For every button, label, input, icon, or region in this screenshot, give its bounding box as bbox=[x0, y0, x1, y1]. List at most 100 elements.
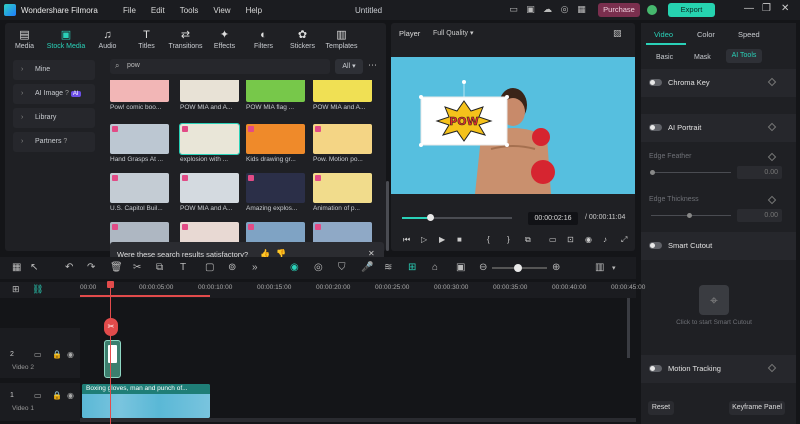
lock-icon[interactable]: 🔒 bbox=[52, 391, 62, 400]
stock-item[interactable]: U.S. Capitol Buil... bbox=[110, 173, 169, 212]
section-motion-tracking[interactable]: Motion Tracking bbox=[641, 355, 796, 383]
subtab-mask[interactable]: Mask bbox=[694, 54, 711, 61]
keyframe-diamond-icon[interactable] bbox=[767, 152, 777, 162]
timeline-playhead[interactable] bbox=[110, 282, 111, 424]
tab-effects[interactable]: ✦ Effects bbox=[205, 23, 244, 55]
stop-icon[interactable]: ■ bbox=[457, 235, 462, 244]
split-icon[interactable]: ✂ bbox=[133, 262, 141, 273]
stock-item[interactable]: Pow! comic boo... bbox=[110, 80, 169, 111]
section-ai-portrait[interactable]: AI Portrait bbox=[641, 114, 796, 142]
fullscreen-icon[interactable]: ⤢ bbox=[621, 235, 627, 245]
video-preview[interactable]: POW bbox=[391, 57, 635, 194]
stock-item[interactable]: POW MIA flag ... bbox=[246, 80, 305, 111]
keyframe-panel-button[interactable]: Keyframe Panel bbox=[729, 401, 785, 415]
eye-icon[interactable]: ◉ bbox=[67, 391, 74, 400]
keyframe-diamond-icon[interactable] bbox=[767, 363, 777, 373]
crop-icon[interactable]: ⧉ bbox=[525, 235, 531, 245]
chroma-key-toggle[interactable] bbox=[649, 79, 662, 86]
tab-speed[interactable]: Speed bbox=[738, 30, 760, 39]
cloud-icon[interactable]: ☁ bbox=[542, 4, 553, 15]
mark-out-icon[interactable]: } bbox=[507, 235, 510, 244]
avatar[interactable] bbox=[647, 5, 657, 15]
timeline-vscroll[interactable] bbox=[627, 298, 630, 358]
export-button[interactable]: Export bbox=[668, 3, 715, 17]
edge-feather-value[interactable]: 0.00 bbox=[737, 166, 782, 179]
keyframe-diamond-icon[interactable] bbox=[767, 77, 777, 87]
media-scrollbar[interactable] bbox=[386, 181, 389, 251]
search-box[interactable]: ⌕ pow bbox=[110, 59, 330, 74]
tab-color[interactable]: Color bbox=[697, 30, 715, 39]
stock-item[interactable]: POW MIA and A... bbox=[313, 80, 372, 111]
tab-titles[interactable]: T Titles bbox=[127, 23, 166, 55]
monitor-icon[interactable]: ▭ bbox=[549, 235, 557, 244]
edge-feather-knob[interactable] bbox=[650, 170, 655, 175]
edge-thickness-knob[interactable] bbox=[687, 213, 692, 218]
subtab-ai-tools[interactable]: AI Tools bbox=[726, 49, 762, 63]
menu-edit[interactable]: Edit bbox=[151, 6, 165, 15]
menu-tools[interactable]: Tools bbox=[180, 6, 199, 15]
sidebar-item-ai-image[interactable]: AI Image ? AI bbox=[13, 84, 95, 104]
stock-item[interactable]: Hand Grasps At ... bbox=[110, 124, 169, 163]
link-icon[interactable]: ⛓ bbox=[32, 284, 43, 295]
select-icon[interactable]: ↖ bbox=[30, 262, 38, 273]
stock-item[interactable]: POW MIA and A... bbox=[180, 173, 239, 212]
volume-icon[interactable]: ♪ bbox=[603, 235, 607, 244]
microphone-icon[interactable]: 🎤 bbox=[361, 262, 373, 273]
tab-video[interactable]: Video bbox=[654, 30, 673, 39]
menu-view[interactable]: View bbox=[213, 6, 230, 15]
subtab-basic[interactable]: Basic bbox=[656, 54, 673, 61]
stock-item[interactable]: Amazing explos... bbox=[246, 173, 305, 212]
tab-transitions[interactable]: ⇄ Transitions bbox=[166, 23, 205, 55]
zoom-out-icon[interactable]: ⊖ bbox=[479, 262, 487, 273]
video-clip[interactable]: Boxing gloves, man and punch of... bbox=[82, 384, 210, 418]
shield-icon[interactable]: ⛉ bbox=[338, 262, 346, 273]
more-options-icon[interactable]: ⋯ bbox=[368, 60, 377, 71]
folder-icon[interactable]: ▭ bbox=[34, 350, 42, 359]
grid-icon[interactable]: ▦ bbox=[12, 262, 21, 273]
tab-media[interactable]: ▤ Media bbox=[5, 23, 44, 55]
sidebar-item-mine[interactable]: Mine bbox=[13, 60, 95, 80]
tab-stock-media[interactable]: ▣ Stock Media bbox=[44, 23, 88, 55]
search-input[interactable]: pow bbox=[127, 62, 140, 69]
layout-icon[interactable]: ▥ bbox=[595, 262, 604, 273]
minimize-icon[interactable]: — bbox=[744, 3, 754, 14]
split-marker-icon[interactable]: ✂ bbox=[104, 318, 118, 336]
edge-feather-slider[interactable] bbox=[651, 172, 731, 173]
purchase-button[interactable]: Purchase bbox=[598, 3, 640, 17]
scene-detect-icon[interactable]: ◎ bbox=[314, 262, 323, 273]
eye-icon[interactable]: ◉ bbox=[67, 350, 74, 359]
tab-audio[interactable]: ♫ Audio bbox=[88, 23, 127, 55]
save-icon[interactable]: ▣ bbox=[525, 4, 536, 15]
sticker-clip[interactable] bbox=[104, 340, 121, 378]
zoom-knob[interactable] bbox=[514, 264, 522, 272]
camera-icon[interactable]: ◉ bbox=[585, 235, 592, 244]
redo-icon[interactable]: ↷ bbox=[87, 262, 95, 273]
rectangle-icon[interactable]: ▢ bbox=[205, 262, 214, 273]
menu-help[interactable]: Help bbox=[246, 6, 262, 15]
section-chroma-key[interactable]: Chroma Key bbox=[641, 69, 796, 97]
timeline-ruler[interactable]: 00:00 00:00:05:00 00:00:10:00 00:00:15:00 00… bbox=[80, 282, 645, 298]
pip-icon[interactable]: ▣ bbox=[456, 262, 465, 273]
smart-cutout-toggle[interactable] bbox=[649, 242, 662, 249]
zoom-in-icon[interactable]: ⊕ bbox=[552, 262, 560, 273]
delete-icon[interactable]: 🗑 bbox=[110, 262, 123, 273]
add-track-icon[interactable]: ⊞ bbox=[12, 284, 20, 295]
speed-icon[interactable]: ⊚ bbox=[228, 262, 236, 273]
prev-frame-icon[interactable]: ⏮ bbox=[403, 235, 410, 245]
marker-icon[interactable]: ⌂ bbox=[432, 262, 438, 273]
render-icon[interactable]: ⊡ bbox=[567, 235, 574, 244]
sidebar-item-library[interactable]: Library bbox=[13, 108, 95, 128]
grid-icon[interactable]: ▦ bbox=[576, 4, 587, 15]
snapshot-icon[interactable]: ▧ bbox=[613, 28, 622, 39]
audio-icon[interactable]: ≋ bbox=[384, 262, 392, 273]
play-icon[interactable]: ▶ bbox=[439, 235, 445, 244]
stock-item[interactable]: POW MIA and A... bbox=[180, 80, 239, 111]
motion-tracking-toggle[interactable] bbox=[649, 365, 662, 372]
more-tools-icon[interactable]: » bbox=[252, 262, 258, 273]
crop-icon[interactable]: ⧉ bbox=[156, 262, 163, 273]
ai-portrait-toggle[interactable] bbox=[649, 124, 662, 131]
close-icon[interactable]: ✕ bbox=[781, 3, 789, 14]
keyframe-diamond-icon[interactable] bbox=[767, 195, 777, 205]
reset-button[interactable]: Reset bbox=[648, 401, 674, 415]
restore-icon[interactable]: ❐ bbox=[762, 3, 771, 14]
